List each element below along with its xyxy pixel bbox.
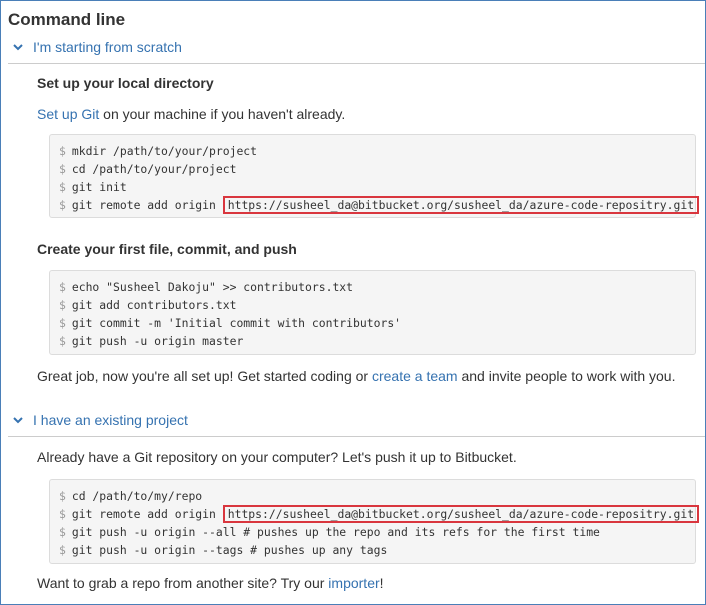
code-block-commit[interactable]: $ echo "Susheel Dakoju" >> contributors.t… [49, 270, 696, 355]
section-label-existing: I have an existing project [33, 412, 188, 428]
grab-paragraph: Want to grab a repo from another site? T… [37, 575, 384, 591]
code-line: $ git push -u origin --tags # pushes up a… [59, 543, 388, 557]
code-line: $ git init [59, 180, 127, 194]
setup-paragraph: Set up Git on your machine if you haven'… [37, 106, 345, 122]
code-line: $ mkdir /path/to/your/project [59, 144, 258, 158]
section-divider [8, 436, 705, 437]
highlighted-repo-url: https://susheel_da@bitbucket.org/susheel… [222, 196, 700, 214]
chevron-down-icon [13, 42, 23, 52]
code-line: $ echo "Susheel Dakoju" >> contributors.t… [59, 280, 354, 294]
code-line: $ git push -u origin --all # pushes up th… [59, 525, 600, 539]
setup-heading: Set up your local directory [37, 75, 214, 91]
setup-git-link[interactable]: Set up Git [37, 106, 99, 122]
code-line: $ git push -u origin master [59, 334, 244, 348]
command-line-panel: Command line I'm starting from scratch S… [0, 0, 706, 605]
code-line: $ cd /path/to/my/repo [59, 489, 203, 503]
code-line: $ git commit -m 'Initial commit with cont… [59, 316, 402, 330]
section-toggle-existing[interactable]: I have an existing project [13, 412, 188, 428]
commit-heading: Create your first file, commit, and push [37, 241, 297, 257]
setup-text: on your machine if you haven't already. [99, 106, 346, 122]
create-team-link[interactable]: create a team [372, 368, 458, 384]
page-title: Command line [8, 10, 126, 29]
section-label-scratch: I'm starting from scratch [33, 39, 182, 55]
code-line: $ git add contributors.txt [59, 298, 237, 312]
code-block-setup[interactable]: $ mkdir /path/to/your/project $ cd /path/t… [49, 134, 700, 218]
section-divider [8, 63, 705, 64]
chevron-down-icon [13, 415, 23, 425]
importer-link[interactable]: importer [328, 575, 379, 591]
code-line: $ git remote add origin https://susheel_d… [59, 196, 700, 214]
code-block-existing[interactable]: $ cd /path/to/my/repo $ git remote add ori… [49, 479, 700, 564]
highlighted-repo-url: https://susheel_da@bitbucket.org/susheel… [222, 505, 700, 523]
code-line: $ git remote add origin https://susheel_d… [59, 505, 700, 523]
section-toggle-scratch[interactable]: I'm starting from scratch [13, 39, 182, 55]
code-line: $ cd /path/to/your/project [59, 162, 237, 176]
done-paragraph: Great job, now you're all set up! Get st… [37, 368, 676, 384]
existing-intro: Already have a Git repository on your co… [37, 449, 517, 465]
